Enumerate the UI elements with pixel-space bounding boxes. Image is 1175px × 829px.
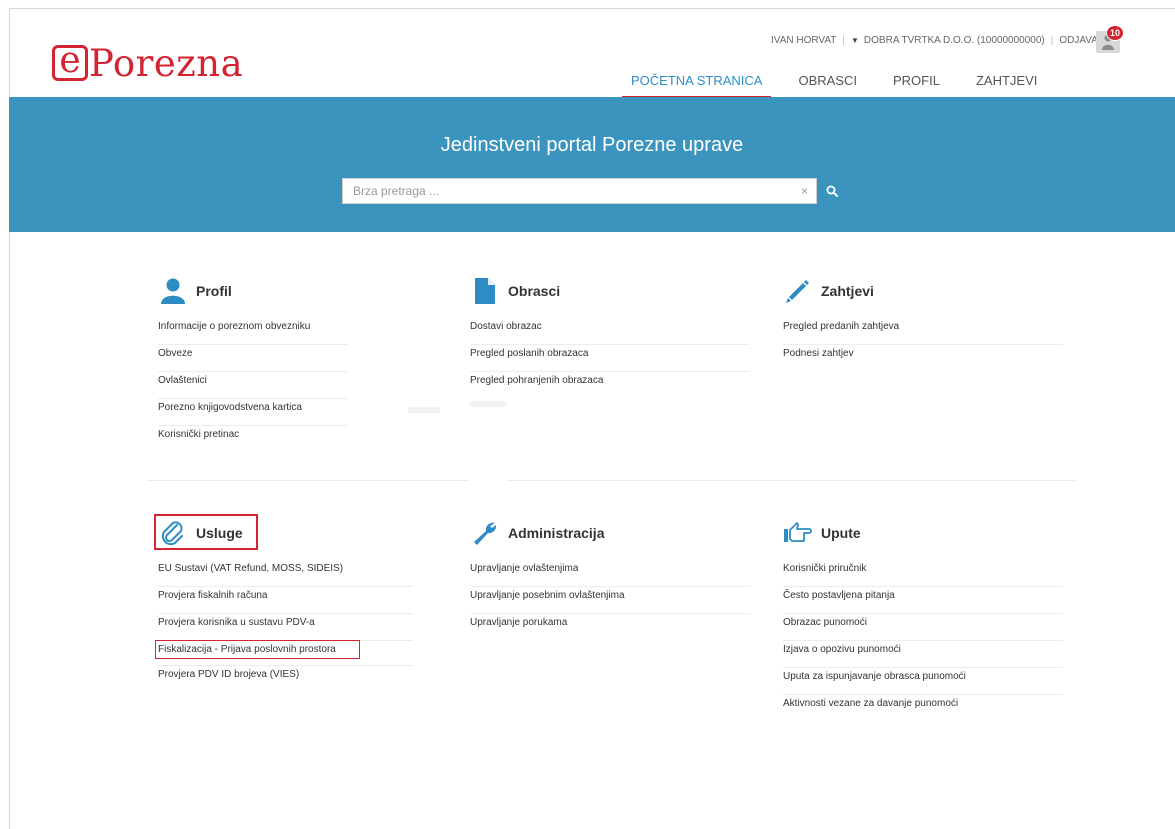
tab-profil[interactable]: PROFIL (884, 73, 949, 98)
link-aktivnosti-vezane-za-punomoc[interactable]: Aktivnosti vezane za davanje punomoći (783, 695, 1063, 722)
logo-e-mark: e (52, 43, 88, 81)
document-icon (470, 277, 500, 305)
link-uputa-za-ispunjavanje-obrasca[interactable]: Uputa za ispunjavanje obrasca punomoći (783, 668, 1063, 695)
link-upravljanje-porukama[interactable]: Upravljanje porukama (470, 614, 750, 641)
section-links: Dostavi obrazac Pregled poslanih obrazac… (470, 318, 750, 399)
placeholder-bar (470, 401, 506, 407)
link-informacije-o-poreznom-obvezniku[interactable]: Informacije o poreznom obvezniku (158, 318, 348, 345)
section-header[interactable]: Administracija (470, 518, 750, 548)
link-provjera-korisnika-pdv[interactable]: Provjera korisnika u sustavu PDV-a (158, 614, 413, 641)
pencil-icon (783, 277, 813, 305)
section-administracija: Administracija Upravljanje ovlaštenjima … (470, 518, 750, 641)
user-name[interactable]: IVAN HORVAT (771, 35, 836, 46)
link-porezno-knjigovodstvena-kartica[interactable]: Porezno knjigovodstvena kartica (158, 399, 348, 426)
link-eu-sustavi[interactable]: EU Sustavi (VAT Refund, MOSS, SIDEIS) (158, 560, 413, 587)
tab-zahtjevi[interactable]: ZAHTJEVI (967, 73, 1046, 98)
clear-search-icon[interactable]: × (801, 184, 808, 198)
link-korisnicki-prirucnik[interactable]: Korisnički priručnik (783, 560, 1063, 587)
tab-pocetna-stranica[interactable]: POČETNA STRANICA (622, 73, 772, 98)
link-obveze[interactable]: Obveze (158, 345, 348, 372)
section-links: Upravljanje ovlaštenjima Upravljanje pos… (470, 560, 750, 641)
logo-text: Porezna (89, 41, 244, 85)
separator: | (1050, 35, 1054, 46)
search-input[interactable] (343, 179, 773, 203)
link-provjera-pdv-id-brojeva[interactable]: Provjera PDV ID brojeva (VIES) (158, 666, 413, 693)
pointing-hand-icon (783, 519, 813, 547)
section-title: Profil (196, 283, 232, 299)
section-title: Obrasci (508, 283, 561, 299)
search-button[interactable] (822, 180, 842, 202)
section-title: Administracija (508, 525, 605, 541)
row-divider (147, 480, 469, 481)
link-upravljanje-posebnim-ovlastenjima[interactable]: Upravljanje posebnim ovlaštenjima (470, 587, 750, 614)
section-links: Informacije o poreznom obvezniku Obveze … (158, 318, 348, 453)
link-korisnicki-pretinac[interactable]: Korisnički pretinac (158, 426, 348, 453)
section-header[interactable]: Upute (783, 518, 1063, 548)
highlight-fiskalizacija (155, 640, 360, 659)
placeholder-bar (408, 407, 440, 413)
notification-count-badge: 10 (1106, 25, 1124, 41)
caret-down-icon[interactable]: ▼ (851, 36, 859, 45)
user-bar: IVAN HORVAT | ▼ DOBRA TVRTKA D.O.O. (100… (771, 35, 1098, 46)
section-links: EU Sustavi (VAT Refund, MOSS, SIDEIS) Pr… (158, 560, 413, 693)
wrench-icon (470, 519, 500, 547)
section-zahtjevi: Zahtjevi Pregled predanih zahtjeva Podne… (783, 276, 1063, 372)
link-upravljanje-ovlastenjima[interactable]: Upravljanje ovlaštenjima (470, 560, 750, 587)
section-links: Pregled predanih zahtjeva Podnesi zahtje… (783, 318, 1063, 372)
section-header[interactable]: Zahtjevi (783, 276, 1063, 306)
separator: | (842, 35, 845, 46)
search-icon (826, 185, 838, 197)
user-icon (158, 277, 188, 305)
section-profil: Profil Informacije o poreznom obvezniku … (158, 276, 348, 453)
hero-banner: Jedinstveni portal Porezne uprave × (9, 97, 1175, 232)
logout-link[interactable]: ODJAVA (1059, 35, 1098, 46)
link-obrazac-punomoci[interactable]: Obrazac punomoći (783, 614, 1063, 641)
section-obrasci: Obrasci Dostavi obrazac Pregled poslanih… (470, 276, 750, 399)
link-podnesi-zahtjev[interactable]: Podnesi zahtjev (783, 345, 1063, 372)
section-header[interactable]: Obrasci (470, 276, 750, 306)
banner-title: Jedinstveni portal Porezne uprave (440, 134, 744, 156)
link-ovlastenici[interactable]: Ovlaštenici (158, 372, 348, 399)
section-title: Upute (821, 525, 861, 541)
company-selector[interactable]: DOBRA TVRTKA D.O.O. (10000000000) (864, 35, 1045, 46)
link-pregled-predanih-zahtjeva[interactable]: Pregled predanih zahtjeva (783, 318, 1063, 345)
link-cesto-postavljena-pitanja[interactable]: Često postavljena pitanja (783, 587, 1063, 614)
link-pregled-poslanih-obrazaca[interactable]: Pregled poslanih obrazaca (470, 345, 750, 372)
quick-search: × (342, 178, 817, 204)
section-title: Zahtjevi (821, 283, 874, 299)
link-pregled-pohranjenih-obrazaca[interactable]: Pregled pohranjenih obrazaca (470, 372, 750, 399)
section-upute: Upute Korisnički priručnik Često postavl… (783, 518, 1063, 722)
link-provjera-fiskalnih-racuna[interactable]: Provjera fiskalnih računa (158, 587, 413, 614)
eporezna-logo[interactable]: e Porezna (52, 41, 243, 85)
row-divider (507, 480, 1075, 481)
section-header[interactable]: Profil (158, 276, 348, 306)
highlight-usluge (154, 514, 258, 550)
link-izjava-o-opozivu-punomoci[interactable]: Izjava o opozivu punomoći (783, 641, 1063, 668)
link-dostavi-obrazac[interactable]: Dostavi obrazac (470, 318, 750, 345)
tab-obrasci[interactable]: OBRASCI (789, 73, 866, 98)
section-links: Korisnički priručnik Često postavljena p… (783, 560, 1063, 722)
main-nav: POČETNA STRANICA OBRASCI PROFIL ZAHTJEVI (622, 73, 1064, 98)
notifications-button[interactable]: 10 (1094, 25, 1124, 53)
